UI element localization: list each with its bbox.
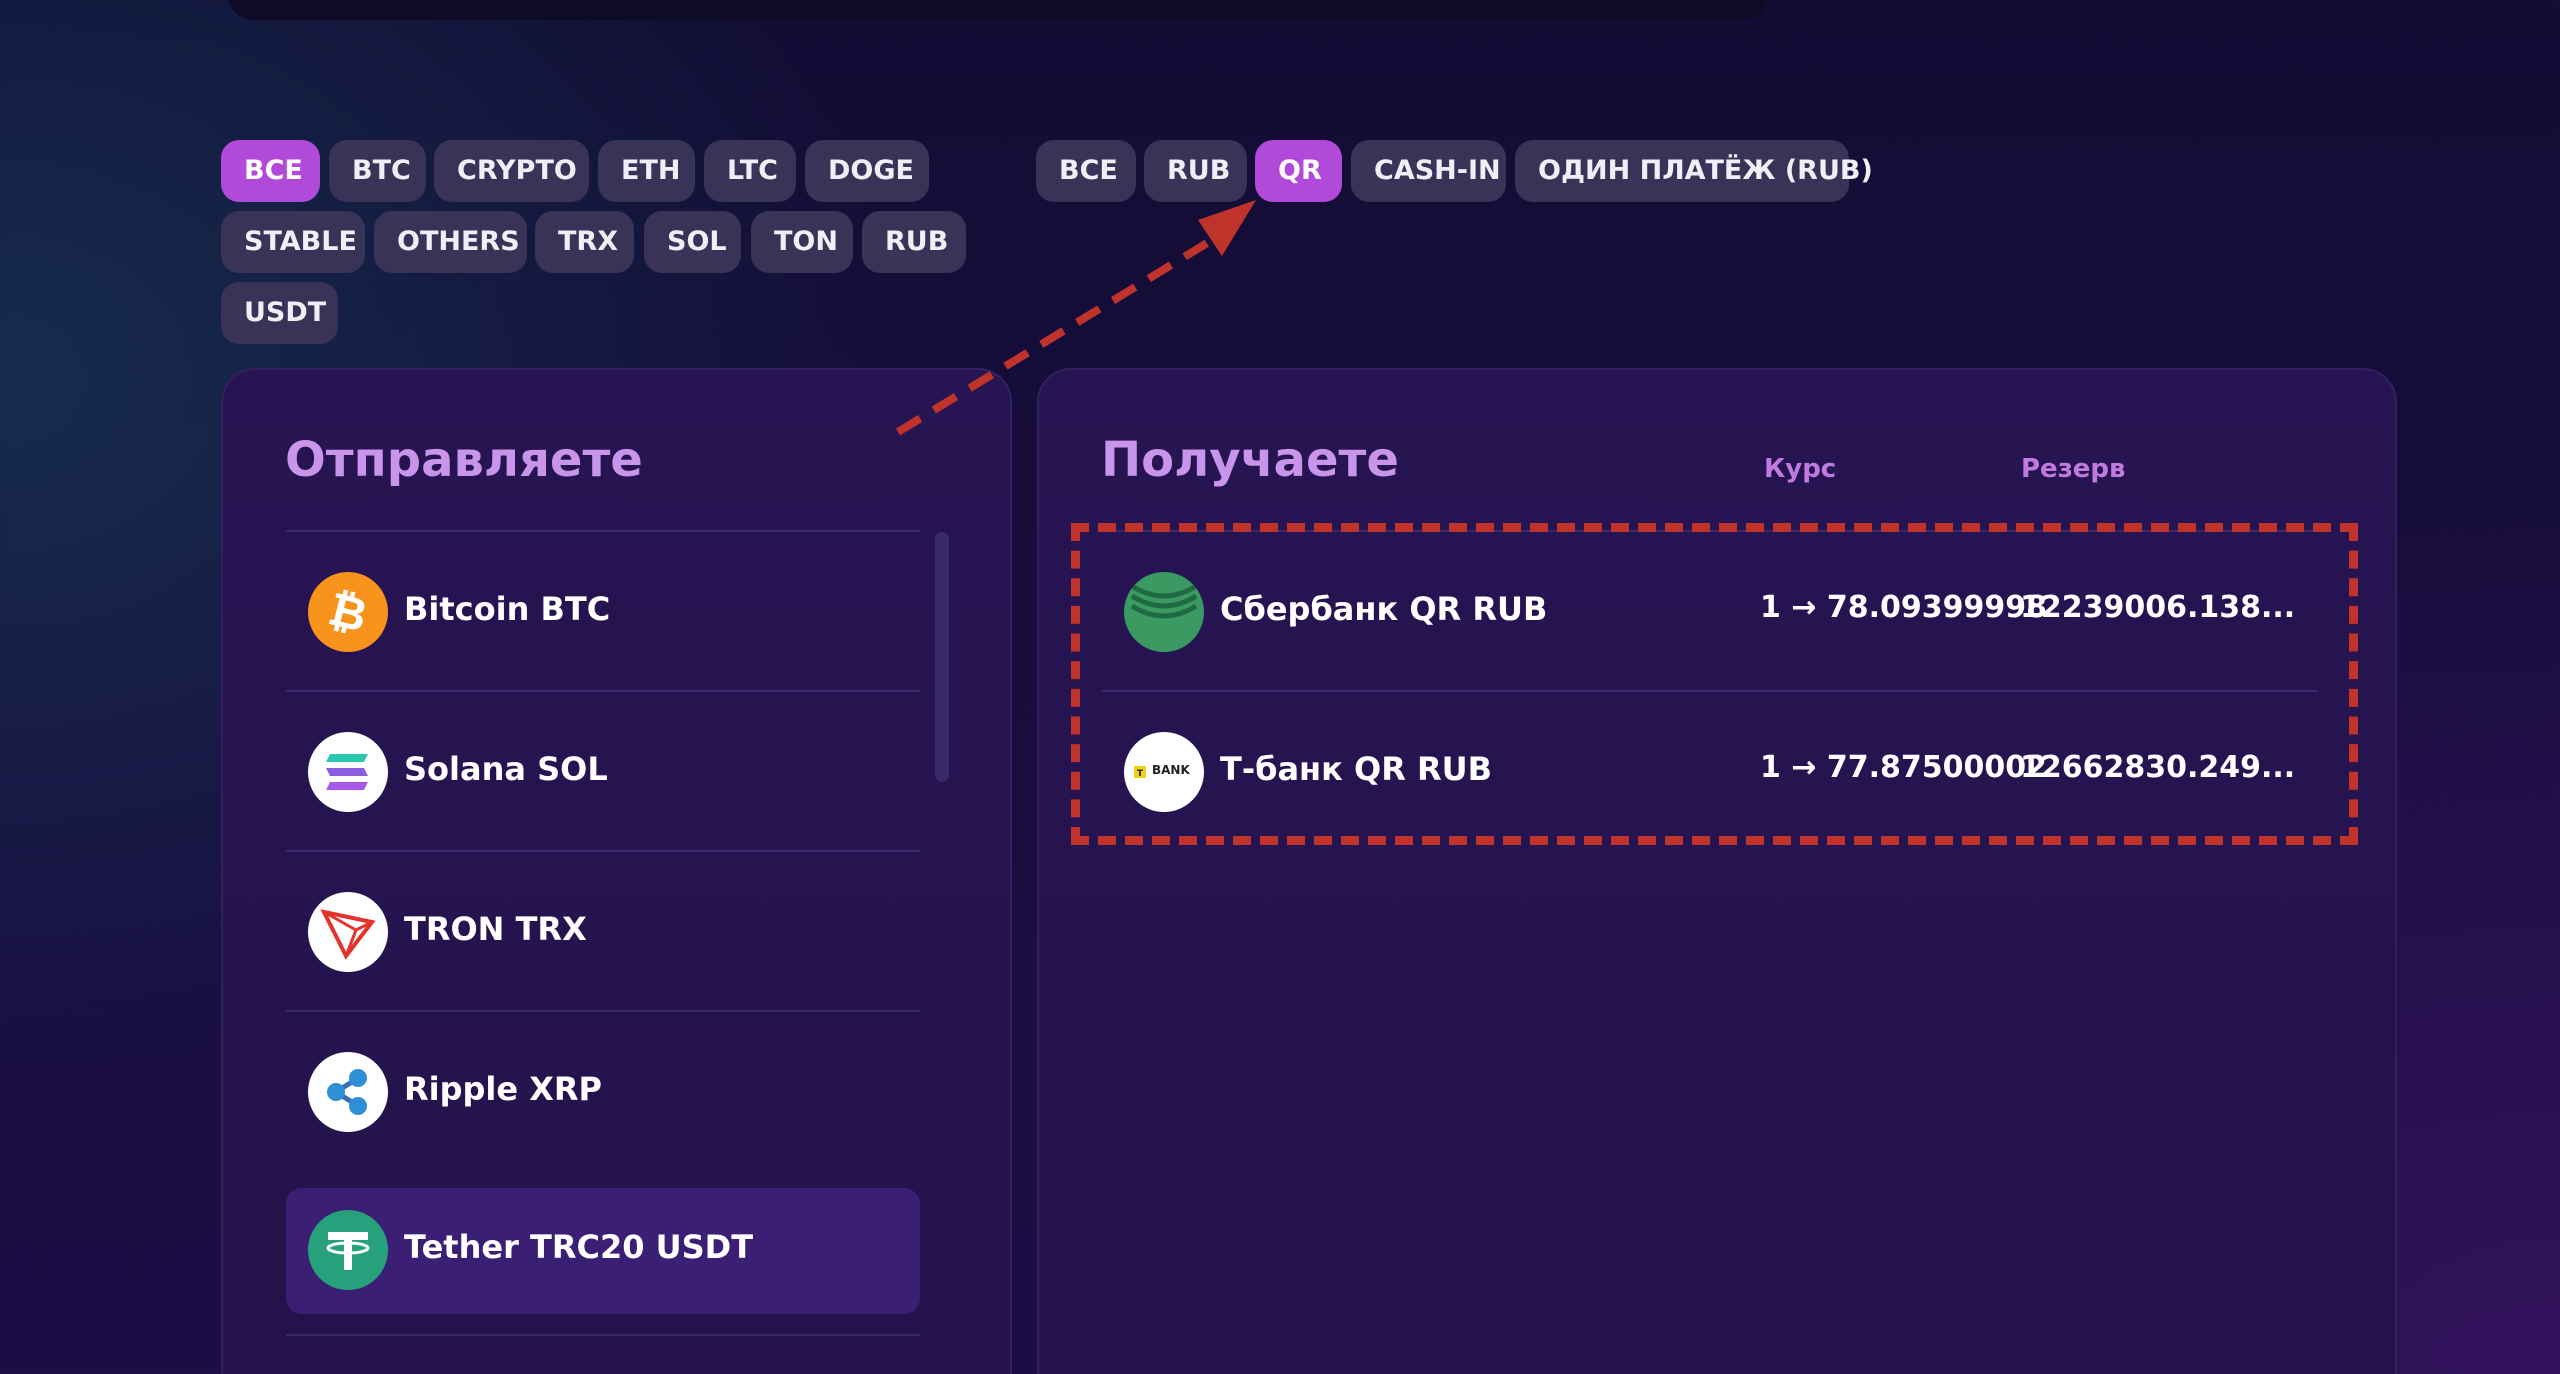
- annotation-arrow: [895, 200, 1256, 436]
